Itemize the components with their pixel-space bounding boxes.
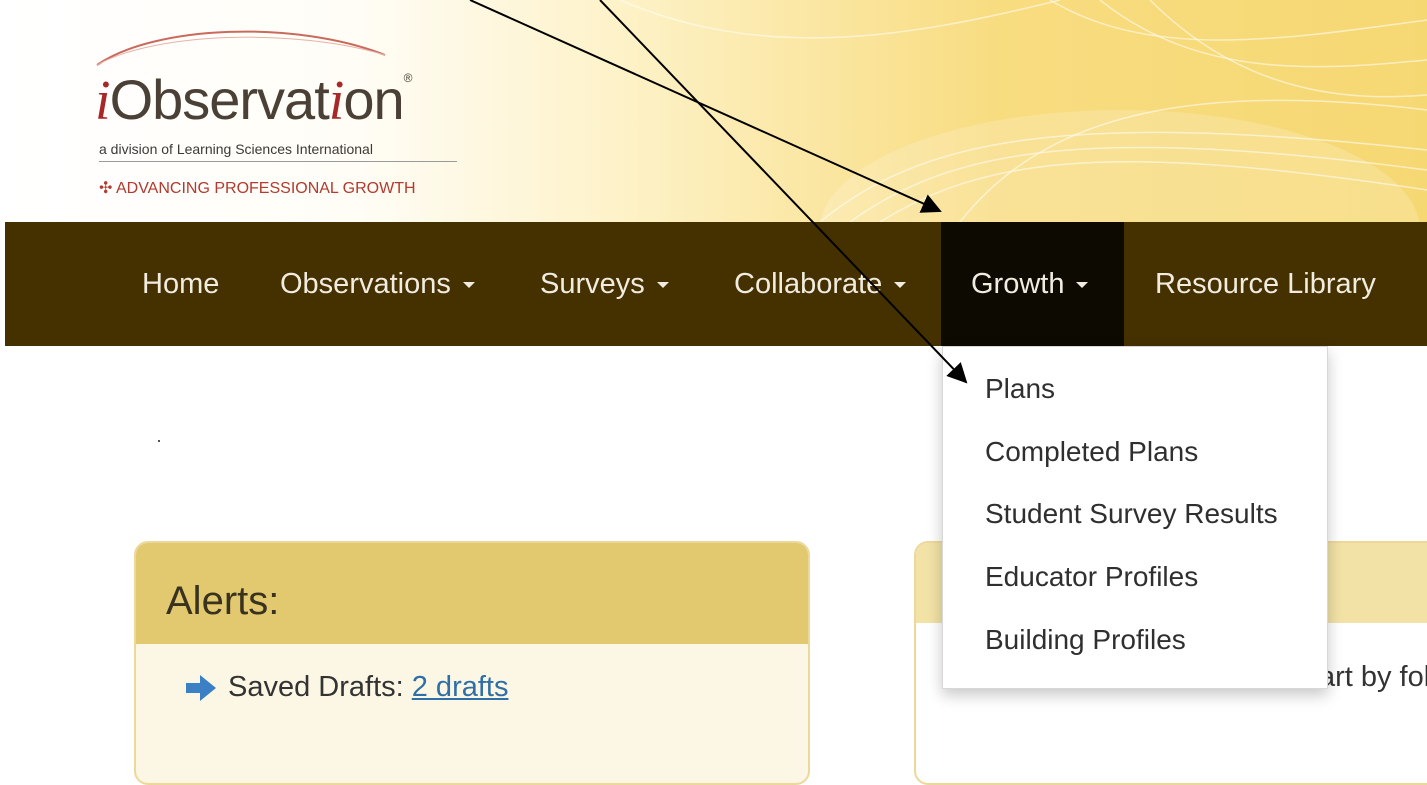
saved-drafts-alert: Saved Drafts: 2 drafts bbox=[184, 671, 508, 704]
tagline-flower-icon: ✣ bbox=[99, 180, 113, 197]
saved-drafts-label: Saved Drafts: bbox=[228, 671, 412, 703]
nav-resource-library[interactable]: Resource Library bbox=[1155, 222, 1376, 346]
logo-wordmark: iObservation® bbox=[95, 68, 412, 132]
menu-item-educator-profiles[interactable]: Educator Profiles bbox=[985, 561, 1198, 593]
nav-observations[interactable]: Observations bbox=[280, 222, 475, 346]
menu-item-student-survey-results[interactable]: Student Survey Results bbox=[985, 498, 1278, 530]
drafts-link[interactable]: 2 drafts bbox=[412, 671, 509, 703]
nav-surveys[interactable]: Surveys bbox=[540, 222, 669, 346]
main-navbar: Home Observations Surveys Collaborate Gr… bbox=[5, 222, 1427, 346]
growth-dropdown-menu: Plans Completed Plans Student Survey Res… bbox=[942, 346, 1328, 689]
arrow-right-icon bbox=[186, 675, 216, 702]
alerts-title: Alerts: bbox=[166, 579, 280, 623]
caret-down-icon bbox=[462, 282, 475, 289]
header-banner: iObservation® a division of Learning Sci… bbox=[0, 0, 1427, 222]
caret-down-icon bbox=[894, 282, 907, 289]
menu-item-building-profiles[interactable]: Building Profiles bbox=[985, 624, 1186, 656]
iobservation-logo[interactable]: iObservation® a division of Learning Sci… bbox=[95, 20, 475, 210]
caret-down-icon bbox=[656, 282, 669, 289]
menu-item-plans[interactable]: Plans bbox=[985, 373, 1055, 405]
nav-home[interactable]: Home bbox=[142, 222, 219, 346]
menu-item-completed-plans[interactable]: Completed Plans bbox=[985, 436, 1198, 468]
caret-down-icon bbox=[1076, 282, 1089, 289]
alerts-panel-header: Alerts: bbox=[136, 543, 808, 644]
nav-collaborate[interactable]: Collaborate bbox=[734, 222, 907, 346]
stray-dot bbox=[158, 440, 160, 442]
logo-subtitle: a division of Learning Sciences Internat… bbox=[99, 141, 457, 162]
logo-arc-swoosh bbox=[96, 30, 386, 66]
logo-tagline: ✣ ADVANCING PROFESSIONAL GROWTH bbox=[99, 180, 416, 197]
alerts-panel: Alerts: Saved Drafts: 2 drafts bbox=[134, 541, 810, 785]
nav-growth[interactable]: Growth bbox=[941, 222, 1124, 346]
